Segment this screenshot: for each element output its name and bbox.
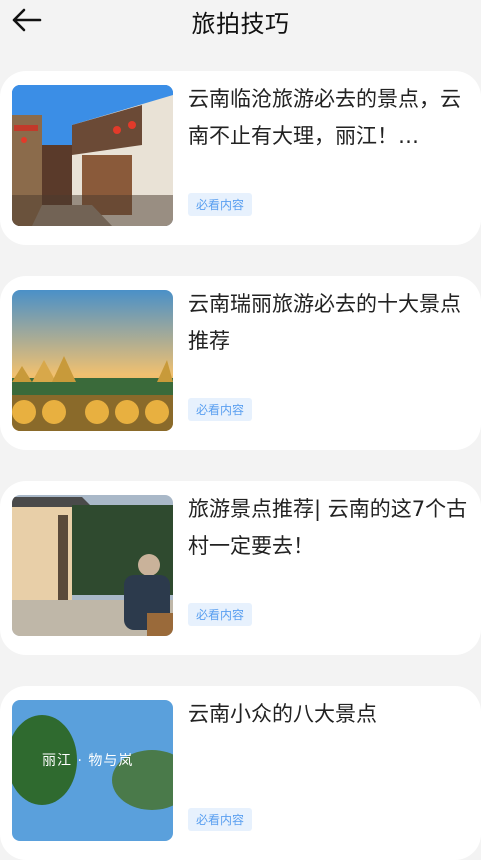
header-bar: 旅拍技巧 (0, 0, 481, 44)
article-thumbnail (12, 495, 173, 636)
article-card[interactable]: 云南瑞丽旅游必去的十大景点推荐 必看内容 (0, 276, 481, 450)
article-card[interactable]: 旅游景点推荐| 云南的这7个古村一定要去！ 必看内容 (0, 481, 481, 655)
article-title: 旅游景点推荐| 云南的这7个古村一定要去！ (188, 497, 468, 558)
article-title: 云南临沧旅游必去的景点，云南不止有大理，丽江！… (188, 87, 461, 148)
article-title: 云南小众的八大景点 (188, 702, 377, 726)
article-tag: 必看内容 (188, 603, 253, 626)
article-thumbnail (12, 85, 173, 226)
article-card[interactable]: 丽江 · 物与岚 云南小众的八大景点 必看内容 (0, 686, 481, 860)
article-tag: 必看内容 (188, 808, 253, 831)
article-thumbnail: 丽江 · 物与岚 (12, 700, 173, 841)
thumbnail-caption: 丽江 · 物与岚 (42, 753, 134, 769)
article-tag: 必看内容 (188, 193, 253, 216)
page-title: 旅拍技巧 (191, 10, 290, 38)
article-thumbnail (12, 290, 173, 431)
article-title: 云南瑞丽旅游必去的十大景点推荐 (188, 292, 461, 353)
article-tag: 必看内容 (188, 398, 253, 421)
article-card[interactable]: 云南临沧旅游必去的景点，云南不止有大理，丽江！… 必看内容 (0, 71, 481, 245)
